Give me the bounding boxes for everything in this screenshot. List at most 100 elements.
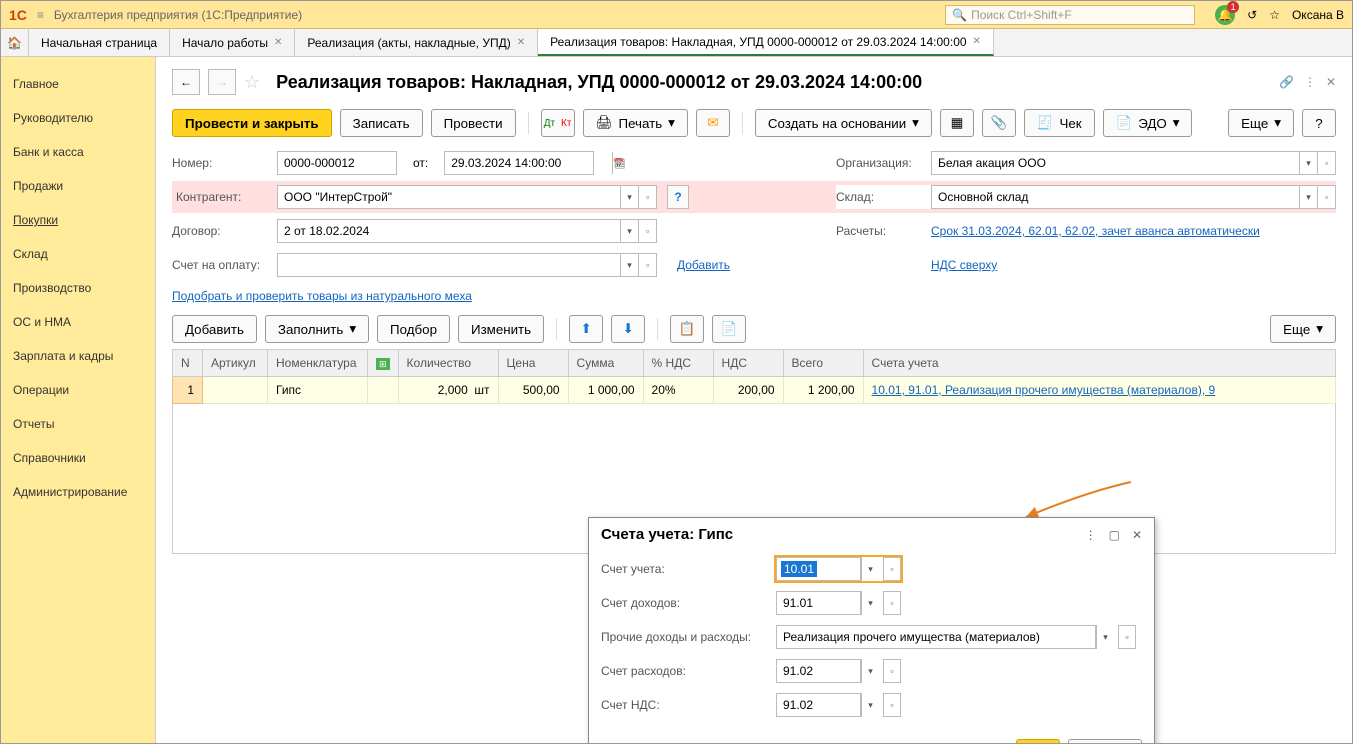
sidebar-item-reports[interactable]: Отчеты [1, 407, 155, 441]
popup-ok-button[interactable]: ОК [1016, 739, 1061, 743]
dropdown-icon[interactable]: ▾ [620, 220, 638, 242]
post-button[interactable]: Провести [431, 109, 516, 137]
home-icon[interactable]: 🏠 [1, 29, 29, 56]
income-account-input[interactable]: ▾ ▫ [776, 591, 901, 615]
tab-document[interactable]: Реализация товаров: Накладная, УПД 0000-… [538, 29, 994, 56]
link-icon[interactable]: 🔗 [1279, 75, 1294, 89]
forward-button[interactable]: → [208, 69, 236, 95]
open-icon[interactable]: ▫ [1317, 152, 1335, 174]
edo-button[interactable]: 📄ЭДО▾ [1103, 109, 1193, 137]
cell-vat-rate[interactable]: 20% [643, 377, 713, 404]
table-more-button[interactable]: Еще▾ [1270, 315, 1336, 343]
fur-goods-link[interactable]: Подобрать и проверить товары из натураль… [172, 289, 472, 303]
notifications-icon[interactable]: 🔔 [1215, 5, 1235, 25]
vat-mode-link[interactable]: НДС сверху [931, 258, 997, 272]
contract-input[interactable]: ▾ ▫ [277, 219, 657, 243]
col-article[interactable]: Артикул [203, 350, 268, 377]
attachment-button[interactable]: 📎 [982, 109, 1016, 137]
cell-article[interactable] [203, 377, 268, 404]
history-icon[interactable]: ↺ [1247, 8, 1257, 22]
popup-more-icon[interactable]: ⋮ [1085, 528, 1097, 542]
open-icon[interactable]: ▫ [1118, 625, 1136, 649]
menu-icon[interactable]: ≡ [37, 8, 44, 22]
col-marker[interactable]: ⊞ [368, 350, 399, 377]
print-button[interactable]: 🖨Печать▾ [583, 109, 688, 137]
open-icon[interactable]: ▫ [1317, 186, 1335, 208]
dropdown-icon[interactable]: ▾ [1096, 625, 1114, 649]
sidebar-item-bank[interactable]: Банк и касса [1, 135, 155, 169]
form-view-icon[interactable]: ▤ [614, 156, 625, 170]
table-row[interactable]: 1 Гипс 2,000 шт 500,00 1 000,00 20% 200,… [173, 377, 1336, 404]
sidebar-item-warehouse[interactable]: Склад [1, 237, 155, 271]
more-icon[interactable]: ⋮ [1304, 75, 1316, 89]
structure-button[interactable]: ▦ [940, 109, 974, 137]
contragent-input[interactable]: ▾ ▫ [277, 185, 657, 209]
dt-kt-button[interactable]: ДтКт [541, 109, 575, 137]
cell-marker[interactable] [368, 377, 399, 404]
close-icon[interactable]: ✕ [973, 36, 981, 47]
organization-input[interactable]: ▾ ▫ [931, 151, 1336, 175]
sidebar-item-catalogs[interactable]: Справочники [1, 441, 155, 475]
col-n[interactable]: N [173, 350, 203, 377]
cell-total[interactable]: 1 200,00 [783, 377, 863, 404]
sidebar-item-manager[interactable]: Руководителю [1, 101, 155, 135]
global-search-input[interactable]: 🔍 Поиск Ctrl+Shift+F [945, 5, 1195, 25]
dropdown-icon[interactable]: ▾ [1299, 152, 1317, 174]
open-icon[interactable]: ▫ [883, 557, 901, 581]
tab-realization-list[interactable]: Реализация (акты, накладные, УПД)✕ [295, 29, 538, 56]
save-button[interactable]: Записать [340, 109, 423, 137]
col-price[interactable]: Цена [498, 350, 568, 377]
popup-cancel-button[interactable]: Отмена [1068, 739, 1142, 743]
col-vat[interactable]: НДС [713, 350, 783, 377]
account-input[interactable]: 10.01 ▾ ▫ [776, 557, 901, 581]
mail-button[interactable]: ✉ [696, 109, 730, 137]
dropdown-icon[interactable]: ▾ [861, 693, 879, 717]
paste-button[interactable]: 📄 [712, 315, 746, 343]
more-button[interactable]: Еще▾ [1228, 109, 1294, 137]
open-icon[interactable]: ▫ [638, 254, 656, 276]
table-select-button[interactable]: Подбор [377, 315, 450, 343]
open-icon[interactable]: ▫ [638, 186, 656, 208]
table-edit-button[interactable]: Изменить [458, 315, 544, 343]
add-invoice-link[interactable]: Добавить [677, 258, 730, 272]
close-icon[interactable]: ✕ [274, 37, 282, 48]
open-icon[interactable]: ▫ [883, 659, 901, 683]
contragent-info-button[interactable]: ? [667, 185, 689, 209]
cell-sum[interactable]: 1 000,00 [568, 377, 643, 404]
popup-maximize-icon[interactable]: ▢ [1109, 528, 1120, 542]
move-up-button[interactable]: ⬆ [569, 315, 603, 343]
cell-n[interactable]: 1 [173, 377, 203, 404]
invoice-input[interactable]: ▾ ▫ [277, 253, 657, 277]
vat-account-input[interactable]: ▾ ▫ [776, 693, 901, 717]
col-sum[interactable]: Сумма [568, 350, 643, 377]
dropdown-icon[interactable]: ▾ [861, 591, 879, 615]
expense-account-input[interactable]: ▾ ▫ [776, 659, 901, 683]
cell-vat[interactable]: 200,00 [713, 377, 783, 404]
sidebar-item-assets[interactable]: ОС и НМА [1, 305, 155, 339]
help-button[interactable]: ? [1302, 109, 1336, 137]
cell-nomenclature[interactable]: Гипс [268, 377, 368, 404]
dropdown-icon[interactable]: ▾ [1299, 186, 1317, 208]
favorite-icon[interactable]: ☆ [1269, 8, 1280, 22]
sidebar-item-purchases[interactable]: Покупки [1, 203, 155, 237]
other-income-input[interactable]: ▾ ▫ [776, 625, 1142, 649]
create-based-on-button[interactable]: Создать на основании▾ [755, 109, 932, 137]
col-vat-rate[interactable]: % НДС [643, 350, 713, 377]
open-icon[interactable]: ▫ [638, 220, 656, 242]
dropdown-icon[interactable]: ▾ [620, 254, 638, 276]
cell-price[interactable]: 500,00 [498, 377, 568, 404]
username-label[interactable]: Оксана В [1292, 8, 1344, 22]
cell-accounts[interactable]: 10.01, 91.01, Реализация прочего имущест… [863, 377, 1335, 404]
date-input[interactable]: 📅 [444, 151, 594, 175]
tab-start[interactable]: Начало работы✕ [170, 29, 295, 56]
sidebar-item-sales[interactable]: Продажи [1, 169, 155, 203]
favorite-star-icon[interactable]: ☆ [244, 72, 260, 93]
back-button[interactable]: ← [172, 69, 200, 95]
close-icon[interactable]: ✕ [517, 37, 525, 48]
col-accounts[interactable]: Счета учета [863, 350, 1335, 377]
table-fill-button[interactable]: Заполнить▾ [265, 315, 369, 343]
dropdown-icon[interactable]: ▾ [620, 186, 638, 208]
sidebar-item-production[interactable]: Производство [1, 271, 155, 305]
settlements-link[interactable]: Срок 31.03.2024, 62.01, 62.02, зачет ава… [931, 224, 1260, 238]
sidebar-item-main[interactable]: Главное [1, 67, 155, 101]
